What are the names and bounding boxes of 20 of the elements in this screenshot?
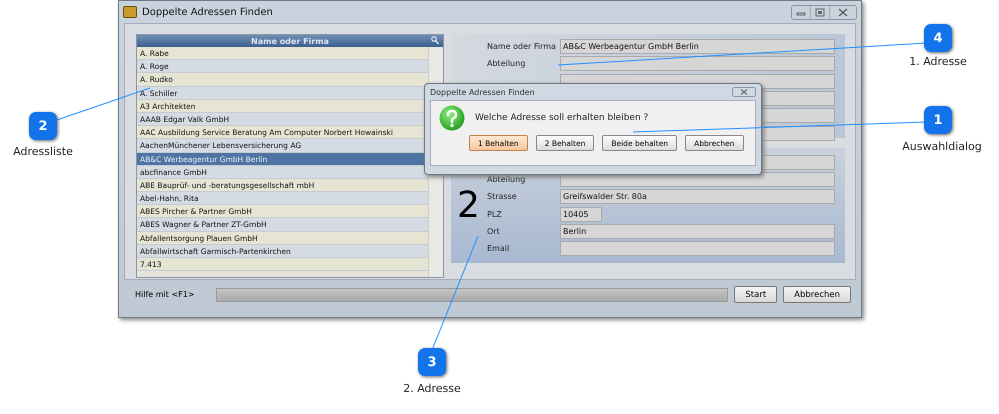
dialog-question: Welche Adresse soll erhalten bleiben ? [475, 113, 648, 123]
field-label: Email [487, 244, 510, 254]
window-title: Doppelte Adressen Finden [142, 6, 273, 18]
field-label: Abteilung [487, 175, 526, 184]
callout-number: 1 [924, 106, 952, 134]
help-hint: Hilfe mit <F1> [135, 290, 196, 299]
callout-label: 1. Adresse [909, 55, 967, 68]
callout-label: Adressliste [13, 145, 73, 158]
field-label: Name oder Firma [487, 42, 557, 52]
field-label: Ort [487, 226, 501, 236]
callout-number: 2 [29, 112, 57, 140]
callout-label: Auswahldialog [902, 140, 982, 153]
address-number: 2 [457, 185, 481, 226]
field-label: Abteilung [487, 59, 526, 68]
callout-number: 3 [418, 348, 446, 376]
callout-number: 4 [924, 24, 952, 52]
field-label: PLZ [487, 210, 503, 219]
field-label: Strasse [487, 192, 518, 202]
callout-label: 2. Adresse [403, 382, 461, 395]
dialog-title: Doppelte Adressen Finden [430, 88, 535, 96]
